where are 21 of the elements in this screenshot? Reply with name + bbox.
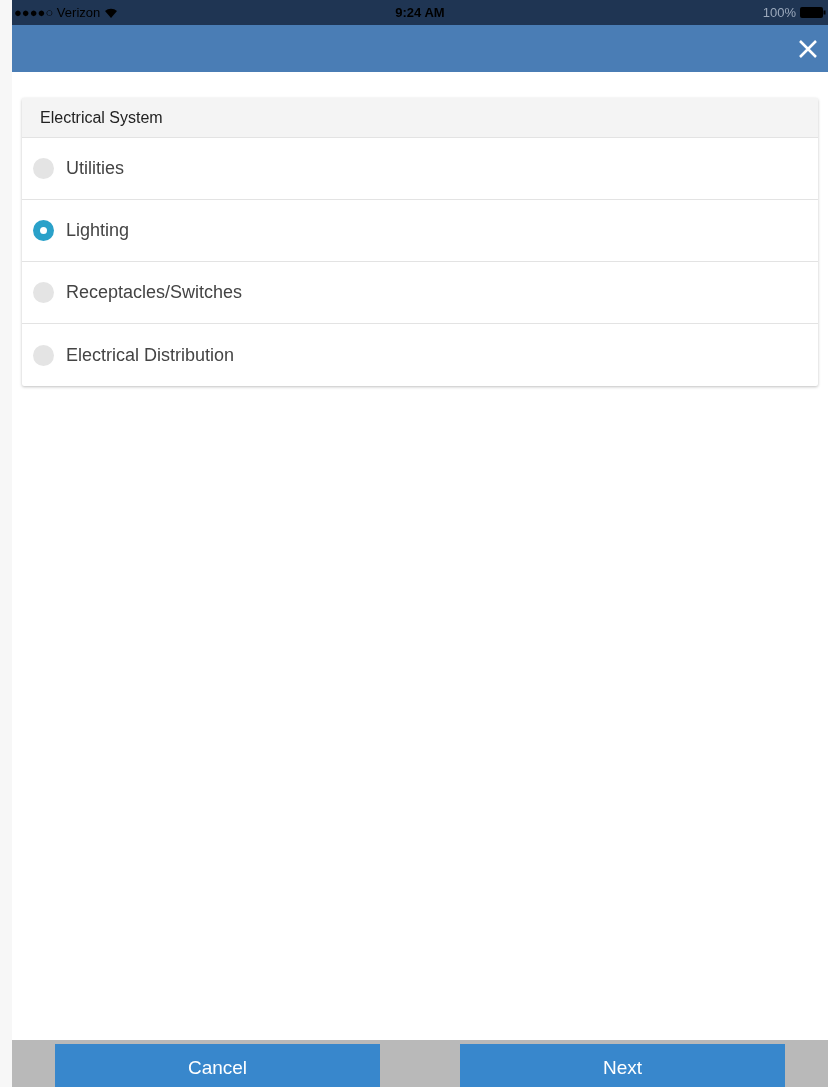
option-row[interactable]: Electrical Distribution xyxy=(22,324,818,386)
option-label: Lighting xyxy=(66,219,130,242)
close-icon[interactable] xyxy=(798,38,818,59)
option-label: Receptacles/Switches xyxy=(66,281,243,304)
wifi-icon xyxy=(104,7,119,18)
action-button[interactable]: Next xyxy=(460,1044,785,1087)
option-label: Utilities xyxy=(66,157,124,180)
radio-button[interactable] xyxy=(33,220,54,241)
action-button[interactable]: Cancel xyxy=(55,1044,380,1087)
option-row[interactable]: Utilities xyxy=(22,138,818,200)
section-title: Electrical System xyxy=(40,107,163,128)
radio-button[interactable] xyxy=(33,344,54,366)
battery-icon xyxy=(800,7,826,18)
battery-text: 100% xyxy=(762,3,796,22)
option-row[interactable]: Receptacles/Switches xyxy=(22,262,818,324)
radio-button[interactable] xyxy=(33,158,54,179)
radio-button[interactable] xyxy=(33,282,54,303)
time-text: 9:24 AM xyxy=(394,3,446,22)
option-label: Electrical Distribution xyxy=(66,343,235,367)
option-row[interactable]: Lighting xyxy=(22,200,818,262)
carrier-text: ●●●●○ Verizon xyxy=(14,3,101,22)
